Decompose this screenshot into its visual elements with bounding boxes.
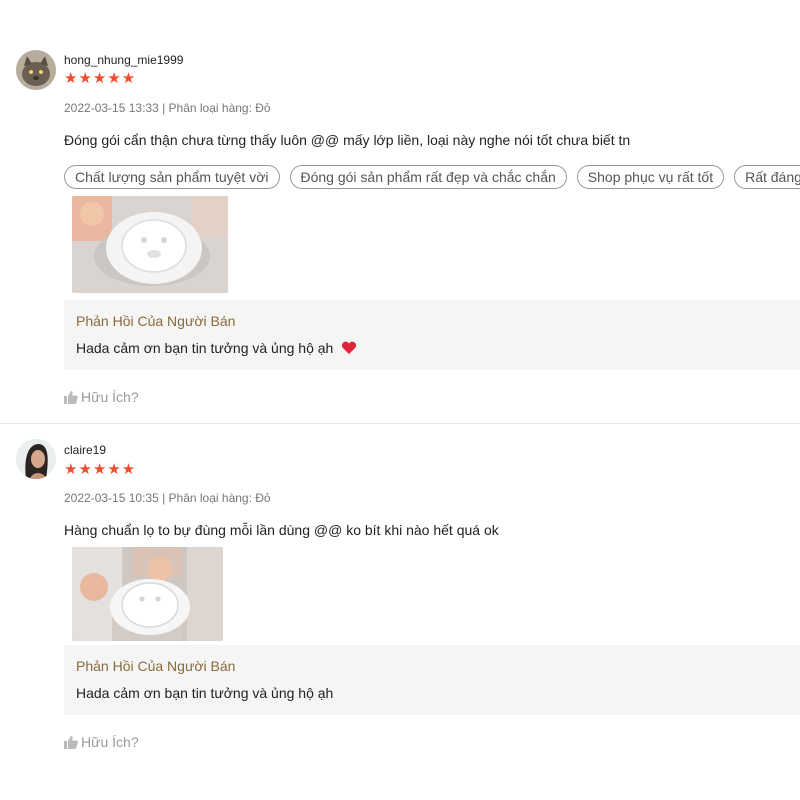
seller-reply: Phản Hồi Của Người Bán Hada cảm ơn bạn t… <box>64 645 800 715</box>
thumbs-up-icon <box>64 735 78 752</box>
review-comment: Hàng chuẩn lọ to bự đùng mỗi lần dùng @@… <box>64 522 499 538</box>
seller-reply-text: Hada cảm ơn bạn tin tưởng và ủng hộ ạh <box>76 685 334 701</box>
helpful-button[interactable]: Hữu Ích? <box>64 734 139 752</box>
review-photo[interactable] <box>72 547 223 641</box>
avatar[interactable] <box>16 439 56 479</box>
review-item: claire19 ★★★★★ 2022-03-15 10:35 | Phân l… <box>0 0 800 800</box>
seller-reply-title: Phản Hồi Của Người Bán <box>76 658 236 674</box>
review-meta: 2022-03-15 10:35 | Phân loại hàng: Đỏ <box>64 491 271 505</box>
username[interactable]: claire19 <box>64 443 106 457</box>
helpful-label: Hữu Ích? <box>81 734 139 750</box>
rating-stars: ★★★★★ <box>64 461 137 478</box>
